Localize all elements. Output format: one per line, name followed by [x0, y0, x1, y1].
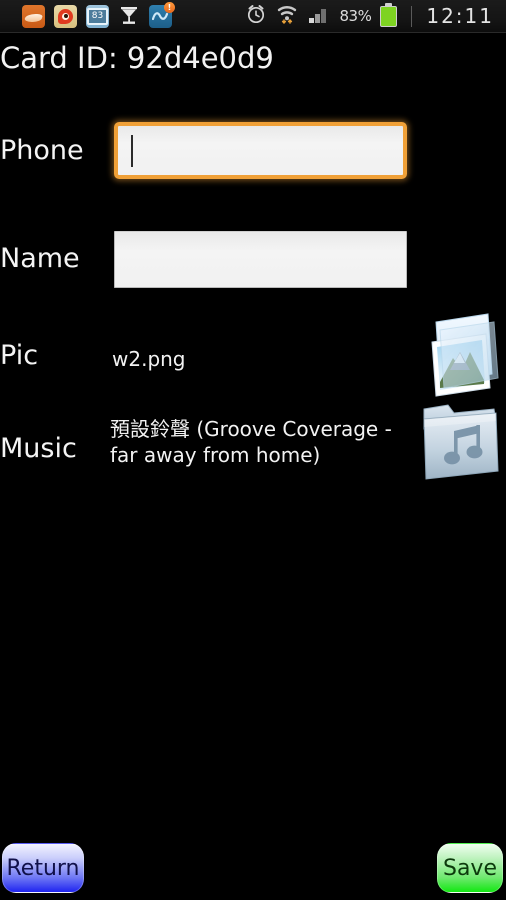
status-divider — [411, 5, 413, 27]
cloud-sync-badge: ! — [164, 1, 175, 13]
battery-widget-icon: 83 — [86, 4, 109, 28]
alarm-clock-icon — [245, 3, 267, 29]
music-value[interactable]: 預設鈴聲 (Groove Coverage - far away from ho… — [110, 416, 400, 468]
swipe-keyboard-icon — [22, 4, 45, 28]
cloud-sync-icon: ! — [149, 1, 175, 28]
app-screen: Card ID: 92d4e0d9 Phone Name Pic w2.png — [0, 33, 506, 900]
cellular-signal-icon — [307, 4, 331, 28]
pic-label: Pic — [0, 340, 39, 371]
weibo-icon — [54, 4, 77, 28]
phone-input[interactable] — [114, 122, 407, 179]
page-title: Card ID: 92d4e0d9 — [0, 41, 274, 75]
status-notification-area[interactable]: 83 ! — [22, 1, 175, 28]
return-button[interactable]: Return — [2, 843, 84, 893]
battery-percent-label: 83% — [339, 7, 372, 25]
music-label: Music — [0, 433, 77, 464]
name-label: Name — [0, 243, 80, 274]
name-input[interactable] — [114, 231, 407, 288]
battery-widget-value: 83 — [87, 7, 108, 25]
wifi-icon — [276, 3, 298, 29]
music-folder-icon[interactable] — [418, 395, 504, 491]
hourglass-icon — [118, 5, 140, 28]
picture-folder-icon[interactable] — [420, 308, 502, 408]
status-clock: 12:11 — [426, 4, 494, 28]
status-bar[interactable]: 83 ! 83% 12:11 — [0, 0, 506, 33]
phone-label: Phone — [0, 135, 84, 166]
status-system-area[interactable]: 83% 12:11 — [245, 2, 498, 29]
save-button[interactable]: Save — [437, 843, 503, 893]
battery-icon — [380, 2, 398, 27]
pic-value[interactable]: w2.png — [112, 346, 402, 372]
text-caret — [131, 135, 133, 167]
